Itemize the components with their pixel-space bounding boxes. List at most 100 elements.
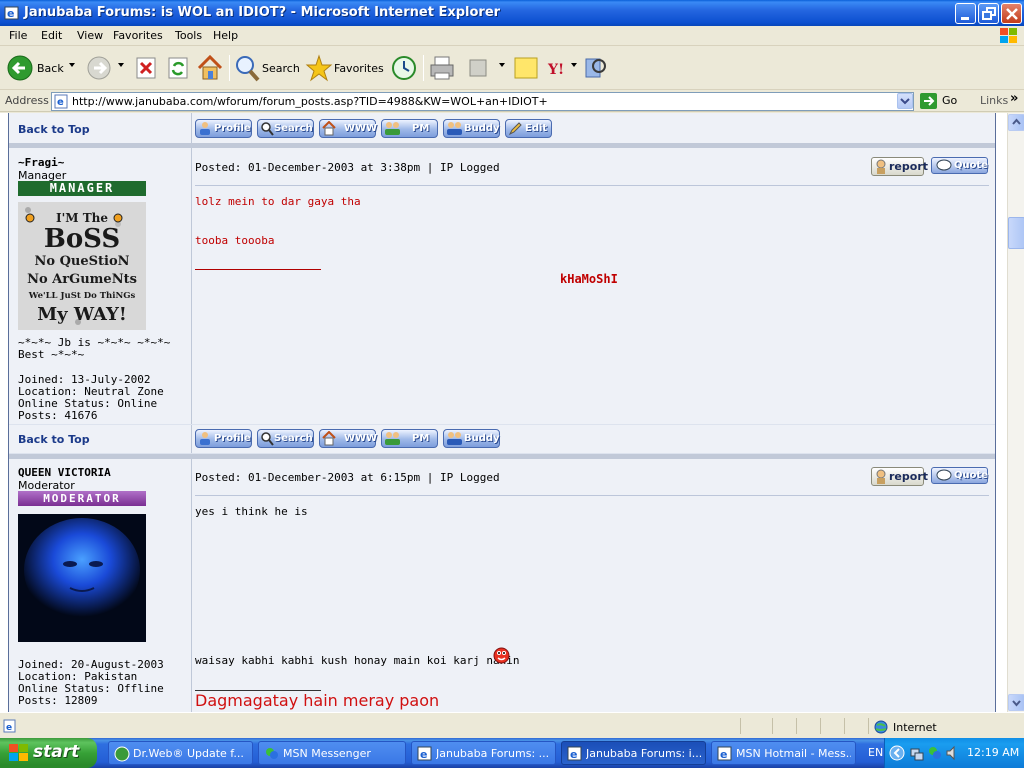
ie-window: { "window": { "title": "Janubaba Forums:… bbox=[0, 0, 1024, 768]
www-button[interactable]: WWW bbox=[319, 429, 378, 448]
links-label[interactable]: Links bbox=[980, 94, 1008, 107]
status-pane bbox=[820, 718, 844, 734]
print-button[interactable] bbox=[428, 53, 456, 83]
svg-text:e: e bbox=[720, 748, 727, 761]
www-button[interactable]: WWW bbox=[319, 119, 377, 138]
column-divider bbox=[191, 148, 192, 424]
star-icon bbox=[305, 54, 333, 82]
menu-edit[interactable]: Edit bbox=[41, 29, 62, 42]
refresh-button[interactable] bbox=[165, 53, 191, 83]
start-button[interactable]: start bbox=[0, 738, 97, 768]
post-header-rule bbox=[195, 495, 989, 496]
svg-text:e: e bbox=[420, 748, 427, 761]
forward-dropdown-icon[interactable] bbox=[118, 63, 124, 67]
edit-dropdown-icon[interactable] bbox=[499, 63, 505, 67]
back-dropdown-icon[interactable] bbox=[69, 63, 75, 67]
author-name[interactable]: ~Fragi~ bbox=[18, 156, 66, 169]
volume-icon[interactable] bbox=[945, 745, 961, 761]
house-icon bbox=[322, 121, 336, 136]
back-button[interactable]: Back bbox=[6, 53, 78, 83]
start-label: start bbox=[33, 742, 80, 762]
svg-text:e: e bbox=[570, 748, 577, 761]
edit-button[interactable]: Edit bbox=[505, 119, 552, 138]
quote-button[interactable]: Quote bbox=[931, 157, 988, 174]
discuss-button[interactable] bbox=[512, 53, 540, 83]
report-button[interactable]: report bbox=[871, 157, 928, 176]
msn-tray-icon[interactable] bbox=[927, 745, 943, 761]
tray-expand-icon[interactable] bbox=[889, 745, 905, 761]
links-chevron-icon[interactable]: » bbox=[1010, 91, 1018, 106]
status-pane bbox=[740, 718, 772, 734]
taskbar-item-drweb[interactable]: Dr.Web® Update f... bbox=[108, 741, 253, 765]
scroll-thumb[interactable] bbox=[1008, 217, 1024, 249]
back-to-top-link[interactable]: Back to Top bbox=[18, 433, 90, 446]
profile-button[interactable]: Profile bbox=[195, 119, 252, 138]
pencil-icon bbox=[508, 122, 522, 136]
minimize-button[interactable] bbox=[955, 3, 976, 24]
back-to-top-link[interactable]: Back to Top bbox=[18, 123, 90, 136]
taskbar-item-msn-messenger[interactable]: MSN Messenger bbox=[258, 741, 406, 765]
magnifier-icon bbox=[261, 122, 274, 136]
forum-thread: Back to Top Profile Search WWW PM Buddy bbox=[8, 113, 996, 712]
stop-icon bbox=[136, 57, 156, 79]
yahoo-button[interactable]: Y! bbox=[546, 53, 580, 83]
search-icon bbox=[236, 56, 260, 82]
forward-button[interactable] bbox=[85, 53, 125, 83]
address-input[interactable]: e http://www.janubaba.com/wforum/forum_p… bbox=[51, 92, 914, 111]
buddy-label: Buddy bbox=[464, 433, 500, 444]
search-user-button[interactable]: Search bbox=[257, 429, 314, 448]
pm-button[interactable]: PM bbox=[381, 429, 438, 448]
report-button[interactable]: report bbox=[871, 467, 928, 486]
history-button[interactable] bbox=[390, 53, 418, 83]
network-icon[interactable] bbox=[909, 745, 925, 761]
menu-view[interactable]: View bbox=[77, 29, 103, 42]
scroll-up-button[interactable] bbox=[1008, 114, 1024, 131]
yahoo-icon: Y! bbox=[547, 62, 564, 78]
taskbar-item-msn-hotmail[interactable]: e MSN Hotmail - Mess... bbox=[711, 741, 856, 765]
edit-page-button[interactable] bbox=[465, 53, 507, 83]
home-button[interactable] bbox=[196, 53, 224, 83]
address-label: Address bbox=[5, 94, 49, 107]
address-dropdown-button[interactable] bbox=[897, 93, 913, 109]
taskbar-item-janubaba-2[interactable]: e Janubaba Forums: i... bbox=[561, 741, 706, 765]
quote-button[interactable]: Quote bbox=[931, 467, 988, 484]
menu-tools[interactable]: Tools bbox=[175, 29, 202, 42]
menu-file[interactable]: File bbox=[9, 29, 27, 42]
search-button[interactable]: Search bbox=[234, 53, 300, 83]
page-content: Back to Top Profile Search WWW PM Buddy bbox=[0, 113, 1007, 712]
language-indicator[interactable]: EN bbox=[868, 746, 883, 759]
avatar: I'M The BoSS No QueStioN No ArGumeNts We… bbox=[18, 202, 146, 330]
buddy-button[interactable]: Buddy bbox=[443, 119, 500, 138]
avatar-text: BoSS bbox=[44, 224, 120, 254]
system-tray: 12:19 AM bbox=[884, 738, 1024, 768]
yahoo-dropdown-icon[interactable] bbox=[571, 63, 577, 67]
avatar-text: My WAY! bbox=[37, 304, 127, 325]
menu-help[interactable]: Help bbox=[213, 29, 238, 42]
pm-button[interactable]: PM bbox=[381, 119, 438, 138]
profile-button[interactable]: Profile bbox=[195, 429, 252, 448]
www-label: WWW bbox=[344, 433, 378, 444]
chevron-down-icon bbox=[1012, 700, 1021, 707]
restore-button[interactable] bbox=[978, 3, 999, 24]
speech-bubble-icon bbox=[936, 159, 952, 171]
taskbar-item-janubaba-1[interactable]: e Janubaba Forums: ... bbox=[411, 741, 556, 765]
buddy-button[interactable]: Buddy bbox=[443, 429, 500, 448]
task-label: Dr.Web® Update f... bbox=[133, 747, 244, 760]
search-user-button[interactable]: Search bbox=[257, 119, 314, 138]
stop-button[interactable] bbox=[133, 53, 159, 83]
go-button[interactable]: Go bbox=[920, 93, 957, 110]
menu-favorites[interactable]: Favorites bbox=[113, 29, 163, 42]
post-actions: Profile Search WWW PM Buddy Edit bbox=[195, 119, 555, 139]
report-label: report bbox=[889, 470, 928, 483]
scroll-down-button[interactable] bbox=[1008, 694, 1024, 711]
taskbar: start Dr.Web® Update f... MSN Messenger … bbox=[0, 738, 1024, 768]
buddy-icon bbox=[447, 432, 462, 445]
close-button[interactable] bbox=[1001, 3, 1022, 24]
window-title: Janubaba Forums: is WOL an IDIOT? - Micr… bbox=[24, 5, 501, 20]
research-button[interactable] bbox=[582, 53, 610, 83]
vertical-scrollbar[interactable] bbox=[1007, 113, 1024, 712]
users-icon bbox=[385, 122, 400, 135]
favorites-button[interactable]: Favorites bbox=[305, 53, 384, 83]
avatar-text: No ArGumeNts bbox=[27, 272, 137, 287]
author-name[interactable]: QUEEN VICTORIA bbox=[18, 466, 111, 479]
